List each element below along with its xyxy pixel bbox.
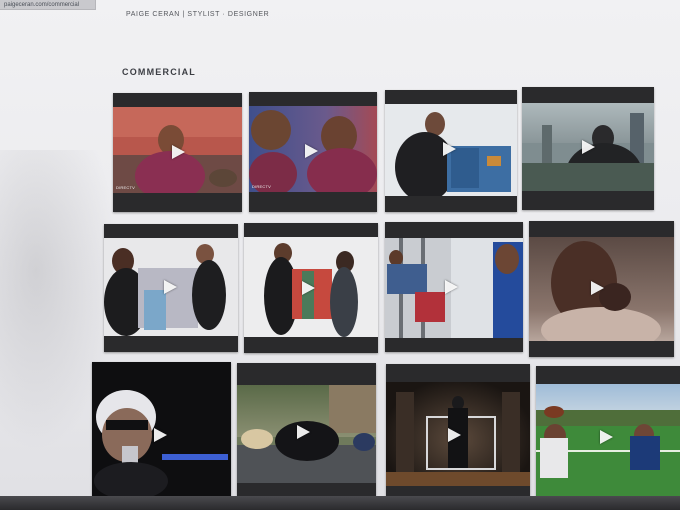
- video-thumbnail-12[interactable]: [536, 366, 680, 500]
- video-letterbox-top: [529, 221, 674, 237]
- browser-viewport: paigeceran.com/commercial PAIGE CERAN | …: [0, 0, 680, 510]
- video-thumbnail-2[interactable]: DIRECTV: [249, 92, 377, 212]
- video-letterbox-top: [386, 364, 530, 382]
- video-thumbnail-5[interactable]: [104, 224, 238, 352]
- address-bar[interactable]: paigeceran.com/commercial: [0, 0, 96, 10]
- video-letterbox-bottom: [522, 191, 654, 210]
- video-letterbox-top: [113, 93, 242, 107]
- play-icon[interactable]: [154, 428, 167, 442]
- play-icon[interactable]: [172, 145, 185, 159]
- video-thumbnail-9[interactable]: [92, 362, 231, 500]
- play-icon[interactable]: [305, 144, 318, 158]
- video-thumbnail-6[interactable]: [244, 223, 378, 353]
- video-letterbox-bottom: [529, 341, 674, 357]
- video-letterbox-top: [385, 90, 517, 104]
- video-letterbox-top: [237, 363, 376, 385]
- monitor-bezel: [0, 496, 680, 510]
- play-icon[interactable]: [448, 428, 461, 442]
- video-letterbox-top: [522, 87, 654, 103]
- play-icon[interactable]: [591, 281, 604, 295]
- video-letterbox-bottom: [113, 193, 242, 212]
- video-letterbox-top: [244, 223, 378, 237]
- video-thumbnail-7[interactable]: [385, 222, 523, 352]
- play-icon[interactable]: [582, 140, 595, 154]
- video-letterbox-bottom: [249, 192, 377, 212]
- page-title: COMMERCIAL: [122, 67, 196, 77]
- site-title[interactable]: PAIGE CERAN | STYLIST · DESIGNER: [126, 11, 269, 18]
- video-brand-label: DIRECTV: [116, 185, 135, 190]
- play-icon[interactable]: [164, 280, 177, 294]
- video-letterbox-top: [536, 366, 680, 384]
- play-icon[interactable]: [302, 281, 315, 295]
- video-letterbox-top: [249, 92, 377, 106]
- video-letterbox-bottom: [385, 196, 517, 212]
- video-brand-label: DIRECTV: [252, 184, 271, 189]
- video-letterbox-top: [104, 224, 238, 238]
- video-letterbox-bottom: [244, 337, 378, 353]
- video-letterbox-bottom: [385, 338, 523, 352]
- play-icon[interactable]: [297, 425, 310, 439]
- play-icon[interactable]: [443, 142, 456, 156]
- video-thumbnail-8[interactable]: [529, 221, 674, 357]
- video-letterbox-top: [385, 222, 523, 238]
- play-icon[interactable]: [600, 430, 613, 444]
- video-letterbox-bottom: [104, 336, 238, 352]
- video-thumbnail-3[interactable]: [385, 90, 517, 212]
- video-thumbnail-10[interactable]: [237, 363, 376, 500]
- video-thumbnail-4[interactable]: [522, 87, 654, 210]
- video-thumbnail-1[interactable]: DIRECTV: [113, 93, 242, 212]
- play-icon[interactable]: [445, 280, 458, 294]
- video-thumbnail-11[interactable]: [386, 364, 530, 500]
